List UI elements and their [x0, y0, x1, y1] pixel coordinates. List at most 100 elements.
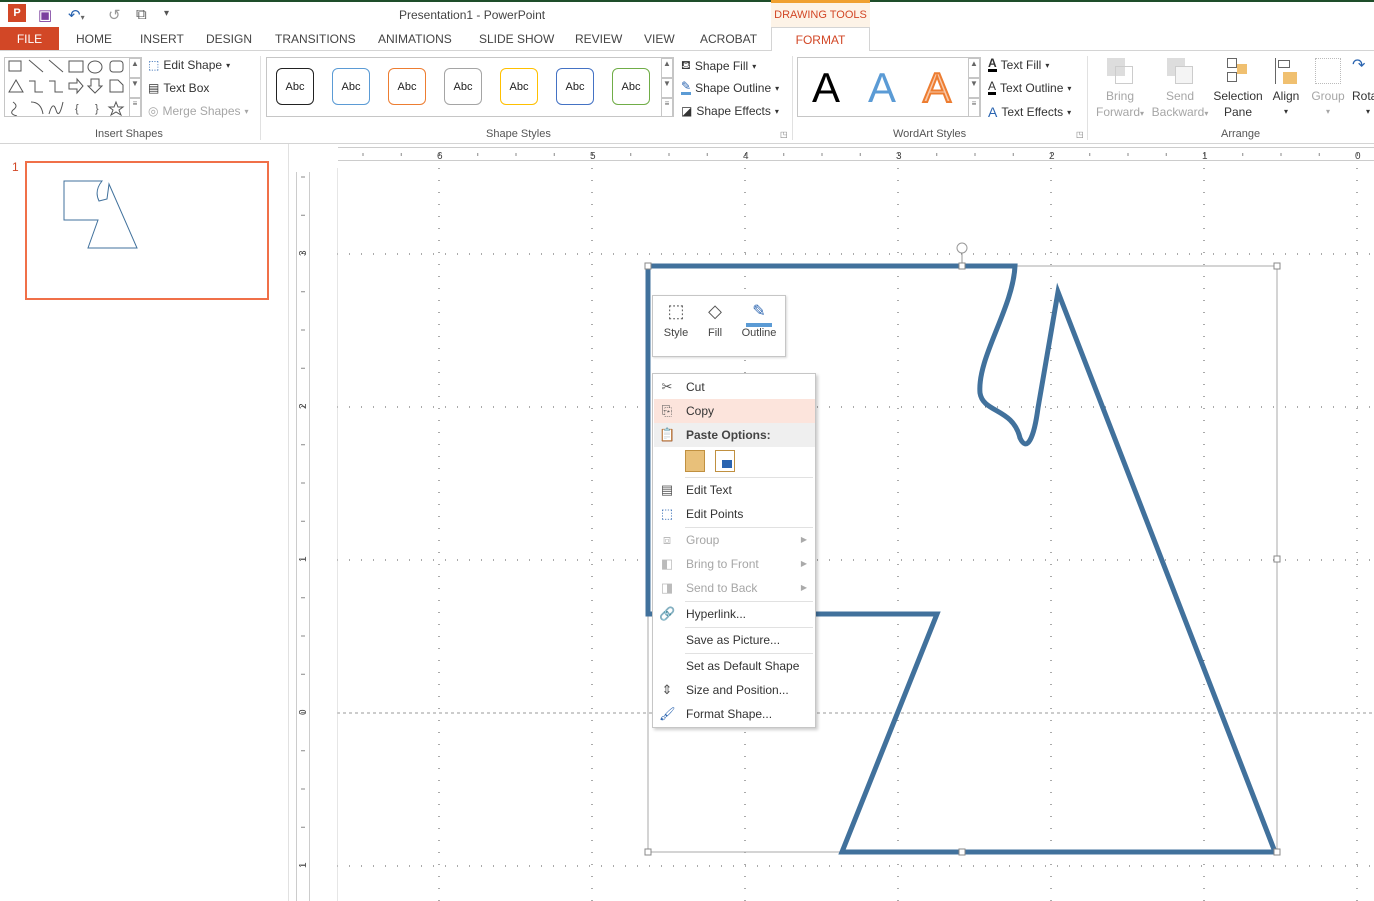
- gallery-more[interactable]: ≡: [129, 98, 141, 117]
- ruler-number: 6: [437, 151, 443, 160]
- shape-style-swatch[interactable]: Abc: [332, 68, 370, 105]
- wordart-scroll-up[interactable]: ▲: [968, 58, 980, 78]
- menu-item-hyperlink[interactable]: 🔗 Hyperlink...: [654, 602, 815, 626]
- submenu-arrow-icon: ▶: [800, 535, 807, 544]
- vertical-ruler[interactable]: 3 2 1 0 1: [296, 172, 310, 901]
- wordart-blue[interactable]: A: [868, 66, 896, 110]
- tab-view[interactable]: VIEW: [644, 27, 675, 50]
- align-icon: [1273, 58, 1299, 84]
- text-effects-button[interactable]: A Text Effects ▾: [988, 104, 1071, 120]
- text-effects-icon: A: [988, 104, 998, 120]
- merge-shapes-button[interactable]: ◎ Merge Shapes ▾: [148, 104, 249, 118]
- menu-item-size-and-position[interactable]: ⇕ Size and Position...: [654, 678, 815, 702]
- slide-thumbnail[interactable]: [25, 161, 269, 300]
- slide-number: 1: [12, 160, 19, 174]
- tab-home[interactable]: HOME: [76, 27, 112, 50]
- shape-style-swatch[interactable]: Abc: [388, 68, 426, 105]
- edit-shape-button[interactable]: ⬚ Edit Shape ▾: [148, 58, 230, 72]
- menu-item-set-default-shape[interactable]: Set as Default Shape: [654, 654, 815, 678]
- menu-item-edit-points[interactable]: ⬚ Edit Points: [654, 502, 815, 526]
- shape-outline-button[interactable]: ✎ Shape Outline ▾: [681, 80, 779, 95]
- wordart-black[interactable]: A: [812, 66, 840, 110]
- align-button[interactable]: Align ▾: [1268, 58, 1304, 120]
- text-outline-button[interactable]: A Text Outline ▾: [988, 80, 1071, 95]
- fill-button[interactable]: ◇ Fill: [701, 301, 729, 339]
- tab-insert[interactable]: INSERT: [140, 27, 184, 50]
- gallery-scroll-down[interactable]: ▼: [129, 78, 141, 98]
- styles-scroll-down[interactable]: ▼: [661, 78, 673, 98]
- menu-item-cut[interactable]: ✂ Cut: [654, 375, 815, 399]
- divider: [792, 56, 793, 140]
- outline-button[interactable]: ✎ Outline: [737, 301, 781, 339]
- tab-transitions[interactable]: TRANSITIONS: [275, 27, 356, 50]
- paint-bucket-icon: ⛾: [681, 58, 691, 72]
- style-button[interactable]: ⬚ Style: [661, 301, 691, 339]
- group-button[interactable]: Group ▾: [1308, 58, 1348, 120]
- drawing-tools-label: DRAWING TOOLS: [771, 0, 870, 27]
- merge-shapes-icon: ◎: [148, 104, 159, 118]
- shape-style-swatch[interactable]: Abc: [612, 68, 650, 105]
- menu-item-edit-text[interactable]: ▤ Edit Text: [654, 478, 815, 502]
- dialog-launcher-icon[interactable]: ◳: [780, 130, 788, 139]
- tab-slide-show[interactable]: SLIDE SHOW: [479, 27, 554, 50]
- tab-review[interactable]: REVIEW: [575, 27, 622, 50]
- edit-text-icon: ▤: [660, 482, 674, 497]
- wordart-orange[interactable]: A: [922, 65, 952, 111]
- ruler-number: 1: [298, 862, 309, 868]
- dialog-launcher-icon[interactable]: ◳: [1076, 130, 1084, 139]
- slide-canvas[interactable]: [337, 168, 1374, 901]
- tab-file[interactable]: FILE: [0, 27, 59, 50]
- paste-keep-formatting-icon[interactable]: [685, 450, 705, 472]
- tab-format[interactable]: FORMAT: [771, 27, 870, 51]
- wordart-scroll-down[interactable]: ▼: [968, 78, 980, 98]
- ruler-number: 0: [1355, 151, 1361, 160]
- undo-icon[interactable]: ↶▾: [68, 6, 85, 24]
- save-icon[interactable]: ▣: [38, 6, 52, 24]
- styles-more[interactable]: ≡: [661, 98, 673, 117]
- selection-pane-button[interactable]: Selection Pane: [1210, 58, 1266, 120]
- edit-shape-icon: ⬚: [148, 58, 160, 72]
- tab-design[interactable]: DESIGN: [206, 27, 252, 50]
- shape-fill-button[interactable]: ⛾ Shape Fill ▾: [681, 58, 756, 74]
- menu-item-bring-to-front[interactable]: ◧ Bring to Front ▶: [654, 552, 815, 576]
- horizontal-ruler[interactable]: 6 5 4 3 2 1 0: [338, 147, 1374, 161]
- text-box-icon: ▤: [148, 81, 160, 95]
- thumbnail-shape: [63, 180, 138, 249]
- shapes-icons: {}: [8, 59, 125, 116]
- menu-item-format-shape[interactable]: 🖌 Format Shape...: [654, 702, 815, 726]
- text-box-button[interactable]: ▤ Text Box: [148, 81, 209, 95]
- tab-animations[interactable]: ANIMATIONS: [378, 27, 452, 50]
- paste-options-header: 📋 Paste Options:: [654, 423, 815, 447]
- menu-item-send-to-back[interactable]: ◨ Send to Back ▶: [654, 576, 815, 600]
- styles-scroll-up[interactable]: ▲: [661, 58, 673, 78]
- shape-style-swatch[interactable]: Abc: [556, 68, 594, 105]
- menu-item-group[interactable]: ⧈ Group ▶: [654, 528, 815, 552]
- gallery-scroll-up[interactable]: ▲: [129, 58, 141, 78]
- bring-forward-button[interactable]: Bring Forward▾: [1094, 58, 1146, 122]
- text-fill-button[interactable]: A Text Fill ▾: [988, 57, 1049, 72]
- send-to-back-icon: ◨: [660, 580, 674, 595]
- tab-acrobat[interactable]: ACROBAT: [700, 27, 757, 50]
- start-from-beginning-icon[interactable]: ⧉: [136, 6, 147, 23]
- redo-icon[interactable]: ↺: [108, 6, 121, 24]
- submenu-arrow-icon: ▶: [800, 559, 807, 568]
- shape-style-swatch[interactable]: Abc: [444, 68, 482, 105]
- wordart-gallery[interactable]: A A A ▲ ▼ ≡: [797, 57, 981, 117]
- menu-item-save-as-picture[interactable]: Save as Picture...: [654, 628, 815, 652]
- group-icon: ⧈: [662, 532, 672, 547]
- wordart-more[interactable]: ≡: [968, 98, 980, 117]
- rotate-button[interactable]: ↷ Rota▾: [1352, 58, 1374, 120]
- send-backward-button[interactable]: Send Backward▾: [1150, 58, 1210, 122]
- shapes-gallery[interactable]: {} ▲ ▼ ≡: [4, 57, 142, 117]
- outline-icon: ✎: [746, 301, 772, 327]
- customize-qat-icon[interactable]: ▾: [164, 8, 169, 19]
- paste-picture-icon[interactable]: [715, 450, 735, 472]
- shape-style-swatch[interactable]: Abc: [500, 68, 538, 105]
- title-bar: P ▣ ↶▾ ↺ ⧉ ▾ Presentation1 - PowerPoint: [0, 2, 1374, 27]
- shape-style-swatch[interactable]: Abc: [276, 68, 314, 105]
- menu-item-copy[interactable]: ⎘ Copy: [654, 399, 815, 423]
- ruler-number: 3: [298, 250, 309, 256]
- shape-effects-button[interactable]: ◪ Shape Effects ▾: [681, 104, 779, 118]
- powerpoint-icon[interactable]: P: [8, 4, 26, 22]
- rotation-handle[interactable]: [956, 242, 968, 254]
